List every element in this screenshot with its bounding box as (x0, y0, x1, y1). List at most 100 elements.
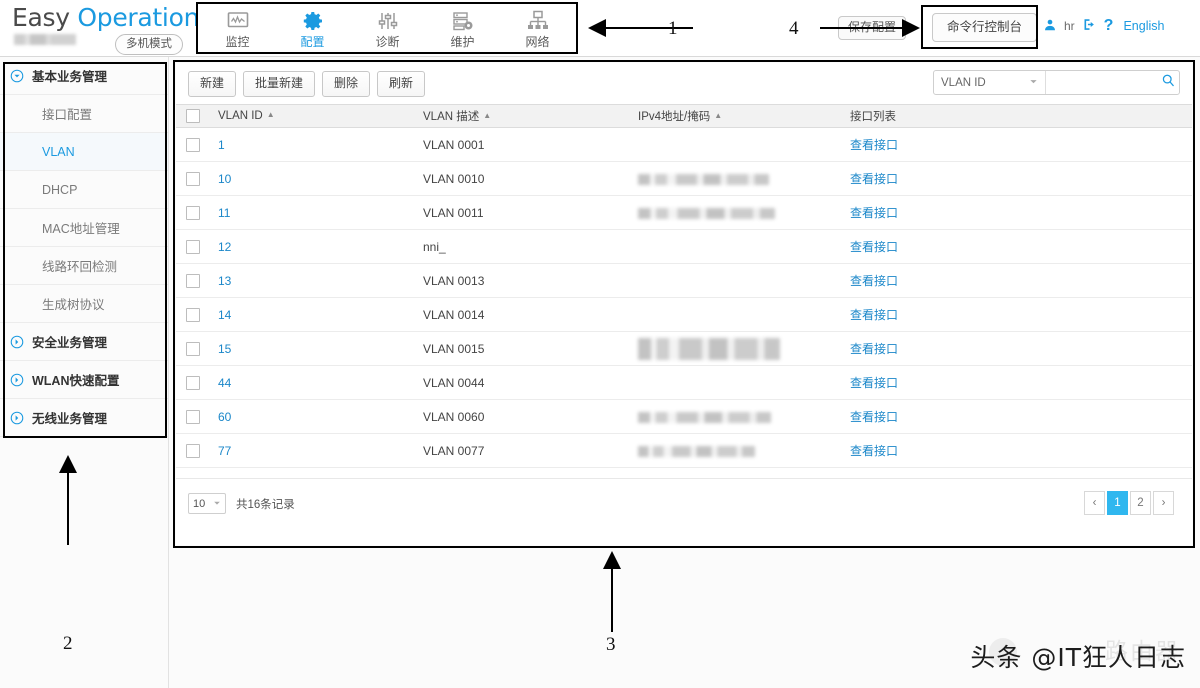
row-checkbox[interactable] (186, 307, 200, 322)
row-checkbox[interactable] (186, 239, 200, 254)
view-interface-link[interactable]: 查看接口 (850, 206, 898, 220)
nav-item-network[interactable]: 网络 (500, 3, 575, 54)
sidebar-group-security-service[interactable]: 安全业务管理 (0, 323, 168, 361)
vlan-id-link[interactable]: 10 (218, 172, 231, 186)
row-checkbox[interactable] (186, 375, 200, 390)
row-checkbox[interactable] (186, 171, 200, 186)
view-interface-link[interactable]: 查看接口 (850, 172, 898, 186)
row-checkbox[interactable] (186, 137, 200, 152)
page-button-2[interactable]: 2 (1130, 491, 1151, 515)
nav-label-diagnose: 诊断 (375, 34, 400, 49)
refresh-button[interactable]: 刷新 (377, 70, 426, 97)
search-icon[interactable] (1157, 73, 1179, 93)
chevron-right-icon (10, 411, 24, 425)
cell-vlan-desc: VLAN 0011 (415, 195, 630, 230)
table-row[interactable]: 44 VLAN 0044 查看接口 (176, 365, 1192, 400)
sidebar-group-basic-service[interactable]: 基本业务管理 (0, 57, 168, 95)
search-input[interactable] (1046, 75, 1157, 90)
save-config-button[interactable]: 保存配置 (838, 16, 907, 40)
next-page-button[interactable]: › (1153, 491, 1174, 515)
table-row[interactable]: 77 VLAN 0077 查看接口 (176, 433, 1192, 468)
row-select-cell (176, 263, 210, 298)
logout-icon[interactable] (1082, 17, 1097, 35)
sidebar-item-vlan[interactable]: VLAN (0, 133, 168, 171)
table-header: VLAN ID ▲ VLAN 描述 ▲ IPv4地址/掩码 ▲ 接口列表 (176, 104, 1192, 128)
row-select-cell (176, 297, 210, 332)
column-header-ipv4[interactable]: IPv4地址/掩码 ▲ (630, 104, 842, 128)
table-row[interactable]: 10 VLAN 0010 查看接口 (176, 161, 1192, 196)
table-row[interactable]: 12 nni_ 查看接口 (176, 229, 1192, 264)
language-switch[interactable]: English (1123, 19, 1164, 33)
table-row[interactable]: 60 VLAN 0060 查看接口 (176, 399, 1192, 434)
multi-device-mode-pill[interactable]: 多机模式 (115, 34, 183, 55)
sidebar: 基本业务管理 接口配置 VLAN DHCP MAC地址管理 线路环回检测 生成树… (0, 57, 169, 688)
nav-label-maintain: 维护 (450, 34, 475, 49)
nav-item-config[interactable]: 配置 (275, 3, 350, 54)
view-interface-link[interactable]: 查看接口 (850, 240, 898, 254)
view-interface-link[interactable]: 查看接口 (850, 376, 898, 390)
sidebar-label-wireless-service: 无线业务管理 (32, 412, 108, 426)
cell-vlan-desc: VLAN 0077 (415, 433, 630, 468)
page-button-1[interactable]: 1 (1107, 491, 1128, 515)
table-row[interactable]: 14 VLAN 0014 查看接口 (176, 297, 1192, 332)
row-checkbox[interactable] (186, 443, 200, 458)
sidebar-label-wlan-quick-config: WLAN快速配置 (32, 374, 120, 388)
cell-vlan-id: 1 (210, 127, 415, 162)
nav-item-monitor[interactable]: 监控 (200, 3, 275, 54)
vlan-id-link[interactable]: 14 (218, 308, 231, 322)
cli-console-button[interactable]: 命令行控制台 (932, 13, 1038, 42)
page-size-select[interactable]: 10 (188, 493, 226, 514)
sidebar-item-interface-config[interactable]: 接口配置 (0, 95, 168, 133)
cell-ipv4-address (630, 365, 842, 400)
help-icon[interactable]: ? (1104, 18, 1114, 34)
view-interface-link[interactable]: 查看接口 (850, 274, 898, 288)
logo-easy-text: Easy (12, 3, 70, 32)
table-row[interactable]: 1 VLAN 0001 查看接口 (176, 127, 1192, 162)
vlan-id-link[interactable]: 77 (218, 444, 231, 458)
view-interface-link[interactable]: 查看接口 (850, 308, 898, 322)
table-row[interactable]: 11 VLAN 0011 查看接口 (176, 195, 1192, 230)
user-icon[interactable] (1043, 18, 1057, 35)
delete-button[interactable]: 删除 (322, 70, 371, 97)
vlan-id-link[interactable]: 44 (218, 376, 231, 390)
chevron-down-icon (1029, 77, 1038, 89)
new-button[interactable]: 新建 (188, 70, 237, 97)
row-checkbox[interactable] (186, 205, 200, 220)
vlan-id-link[interactable]: 11 (218, 206, 230, 220)
view-interface-link[interactable]: 查看接口 (850, 410, 898, 424)
row-checkbox[interactable] (186, 409, 200, 424)
chevron-down-icon (10, 69, 24, 83)
vlan-id-link[interactable]: 60 (218, 410, 231, 424)
table-row[interactable]: 15 VLAN 0015 查看接口 (176, 331, 1192, 366)
select-all-checkbox[interactable] (186, 109, 200, 123)
row-select-cell (176, 195, 210, 230)
search-field-select[interactable]: VLAN ID (934, 71, 1046, 94)
view-interface-link[interactable]: 查看接口 (850, 342, 898, 356)
sidebar-item-mac-address[interactable]: MAC地址管理 (0, 209, 168, 247)
row-checkbox[interactable] (186, 273, 200, 288)
sidebar-item-loop-detection[interactable]: 线路环回检测 (0, 247, 168, 285)
sidebar-group-wlan-quick-config[interactable]: WLAN快速配置 (0, 361, 168, 399)
sidebar-item-spanning-tree[interactable]: 生成树协议 (0, 285, 168, 323)
cell-vlan-desc: VLAN 0001 (415, 127, 630, 162)
vlan-id-link[interactable]: 13 (218, 274, 231, 288)
vlan-id-link[interactable]: 15 (218, 342, 231, 356)
view-interface-link[interactable]: 查看接口 (850, 444, 898, 458)
vlan-id-link[interactable]: 12 (218, 240, 231, 254)
column-header-vlan-id[interactable]: VLAN ID ▲ (210, 104, 415, 128)
batch-new-button[interactable]: 批量新建 (243, 70, 316, 97)
view-interface-link[interactable]: 查看接口 (850, 138, 898, 152)
nav-item-maintain[interactable]: 维护 (425, 3, 500, 54)
cell-vlan-id: 13 (210, 263, 415, 298)
sidebar-group-wireless-service[interactable]: 无线业务管理 (0, 399, 168, 437)
cell-vlan-id: 12 (210, 229, 415, 264)
nav-item-diagnose[interactable]: 诊断 (350, 3, 425, 54)
logo-operation-text: Operation (69, 3, 200, 32)
prev-page-button[interactable]: ‹ (1084, 491, 1105, 515)
row-checkbox[interactable] (186, 341, 200, 356)
column-header-vlan-desc[interactable]: VLAN 描述 ▲ (415, 104, 630, 128)
table-row[interactable]: 13 VLAN 0013 查看接口 (176, 263, 1192, 298)
vlan-id-link[interactable]: 1 (218, 138, 225, 152)
cell-interface-list: 查看接口 (842, 127, 1192, 162)
sidebar-item-dhcp[interactable]: DHCP (0, 171, 168, 209)
